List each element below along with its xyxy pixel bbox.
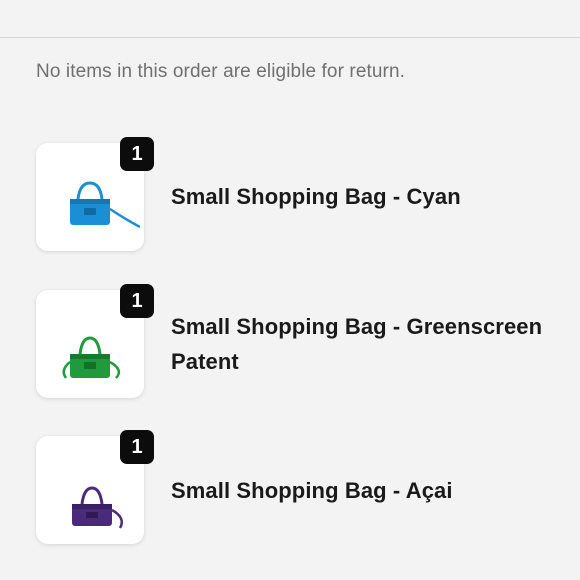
order-item[interactable]: 1 Small Shopping Bag - Greenscreen Paten…: [36, 284, 576, 398]
quantity-badge: 1: [120, 430, 154, 464]
order-item[interactable]: 1 Small Shopping Bag - Açai: [36, 430, 576, 544]
item-title[interactable]: Small Shopping Bag - Açai: [171, 473, 576, 508]
quantity-badge: 1: [120, 284, 154, 318]
quantity-badge: 1: [120, 137, 154, 171]
item-title[interactable]: Small Shopping Bag - Greenscreen Patent: [171, 309, 576, 379]
item-title[interactable]: Small Shopping Bag - Cyan: [171, 179, 576, 214]
return-eligibility-notice: No items in this order are eligible for …: [36, 61, 406, 82]
top-divider: [0, 37, 580, 38]
order-item[interactable]: 1 Small Shopping Bag - Cyan: [36, 137, 576, 251]
